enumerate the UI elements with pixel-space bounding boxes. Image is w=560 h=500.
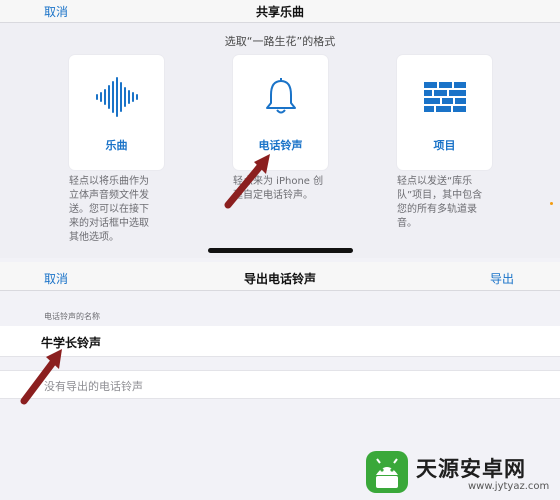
export-header: 取消 导出电话铃声 导出 — [0, 262, 560, 291]
option-project-card[interactable]: 项目 — [397, 55, 492, 170]
home-indicator-bar — [208, 248, 353, 253]
ringtone-name-field[interactable]: 牛学长铃声 — [0, 326, 560, 357]
watermark-url: www.jytyaz.com — [468, 481, 550, 492]
ringtone-name-caption: 电话铃声的名称 — [44, 312, 100, 321]
watermark-title: 天源安卓网 — [416, 457, 526, 481]
share-subtitle: 选取“一路生花”的格式 — [224, 35, 336, 48]
project-icon — [397, 77, 492, 117]
waveform-icon — [69, 77, 164, 117]
export-button[interactable]: 导出 — [490, 270, 514, 287]
option-project-description: 轻点以发送“库乐 队”项目，其中包含 您的所有多轨道录 音。 — [397, 176, 483, 229]
option-song-label: 乐曲 — [105, 139, 128, 152]
annotation-arrow — [224, 154, 270, 209]
indicator-dot — [550, 202, 553, 205]
watermark: 天源安卓网 www.jytyaz.com — [360, 445, 560, 500]
annotation-arrow — [20, 349, 62, 405]
bell-icon — [233, 77, 328, 117]
option-song-description: 轻点以将乐曲作为 立体声音频文件发 送。您可以在接下 来的对话框中选取 其他选项… — [69, 176, 149, 243]
export-title: 导出电话铃声 — [243, 272, 316, 286]
option-project-label: 项目 — [433, 139, 456, 152]
share-header: 取消 共享乐曲 — [0, 0, 560, 23]
exported-list-row: 没有导出的电话铃声 — [0, 370, 560, 399]
share-sheet: 取消 共享乐曲 选取“一路生花”的格式 乐曲 轻点以将乐曲作为 立体声音频文件发… — [0, 0, 560, 258]
option-song-card[interactable]: 乐曲 — [69, 55, 164, 170]
android-logo-icon — [366, 451, 408, 493]
share-title: 共享乐曲 — [255, 5, 304, 19]
